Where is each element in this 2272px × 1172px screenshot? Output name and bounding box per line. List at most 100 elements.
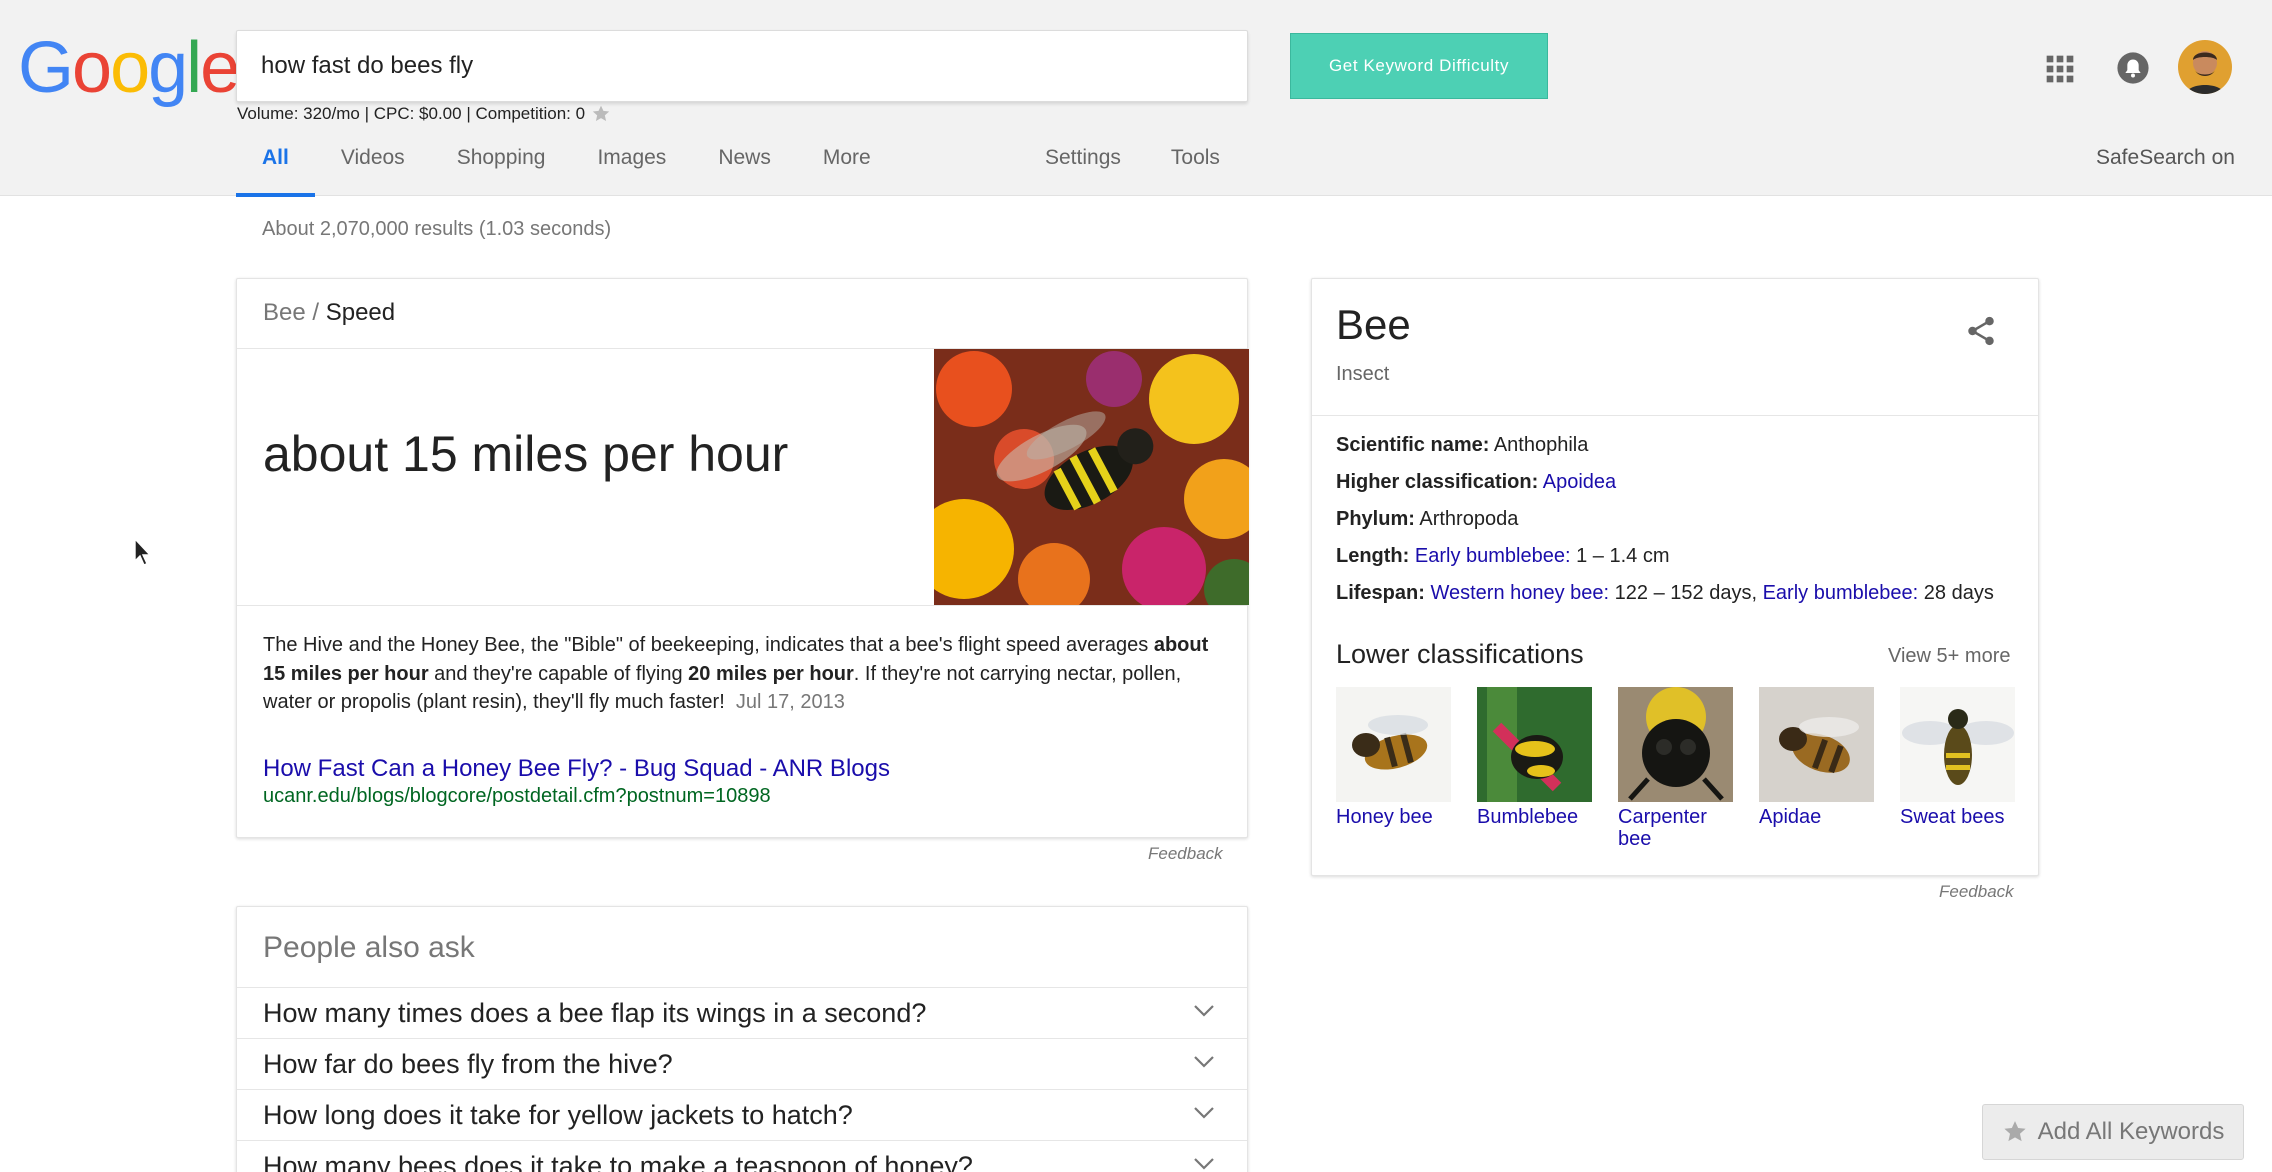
fact-higher-classification: Higher classification: Apoidea xyxy=(1336,464,2026,501)
safesearch-toggle[interactable]: SafeSearch on xyxy=(2096,146,2235,170)
lower-class-label: Apidae xyxy=(1759,806,1822,828)
lower-class-label: Carpenter bee xyxy=(1618,806,1707,850)
tab-settings[interactable]: Settings xyxy=(1045,132,1121,196)
knowledge-panel: Bee Insect Scientific name: Anthophila H… xyxy=(1311,278,2039,876)
snippet-date: Jul 17, 2013 xyxy=(735,691,845,713)
lower-class-label: Sweat bees xyxy=(1900,806,2005,828)
snippet-text: The Hive and the Honey Bee, the "Bible" … xyxy=(263,631,1213,717)
divider xyxy=(237,605,1247,606)
fact-label: Scientific name: xyxy=(1336,434,1490,456)
fact-value: 122 – 152 days, xyxy=(1614,582,1758,604)
bee-on-flowers-image[interactable] xyxy=(934,349,1249,605)
paa-question[interactable]: How long does it take for yellow jackets… xyxy=(237,1089,1247,1140)
kp-feedback-link[interactable]: Feedback xyxy=(1939,882,2014,902)
snippet-result-link[interactable]: How Fast Can a Honey Bee Fly? - Bug Squa… xyxy=(263,755,890,783)
fact-label: Phylum: xyxy=(1336,508,1415,530)
fact-link[interactable]: Western honey bee: xyxy=(1430,582,1609,604)
snippet-feedback-link[interactable]: Feedback xyxy=(1148,844,1223,864)
add-all-keywords-label: Add All Keywords xyxy=(2037,1118,2225,1145)
tab-all[interactable]: All xyxy=(236,132,315,197)
snippet-text-part: The Hive and the Honey Bee, the "Bible" … xyxy=(263,634,1154,656)
paa-title: People also ask xyxy=(263,931,475,964)
keyword-metrics: Volume: 320/mo | CPC: $0.00 | Competitio… xyxy=(237,104,611,124)
tab-shopping[interactable]: Shopping xyxy=(457,132,546,196)
breadcrumb-current: Speed xyxy=(325,299,396,326)
snippet-answer: about 15 miles per hour xyxy=(263,426,789,482)
lower-class-item-bumblebee[interactable]: Bumblebee xyxy=(1477,687,1592,850)
honey-bee-thumbnail xyxy=(1336,687,1451,802)
cursor-icon xyxy=(134,538,152,566)
get-keyword-difficulty-button[interactable]: Get Keyword Difficulty xyxy=(1290,33,1548,99)
fact-link[interactable]: Apoidea xyxy=(1543,471,1616,493)
kp-subtitle: Insect xyxy=(1336,363,1390,385)
snippet-highlight: 20 miles per hour xyxy=(688,662,854,685)
logo-letter: o xyxy=(72,28,112,108)
chevron-down-icon xyxy=(1194,1005,1214,1017)
share-icon[interactable] xyxy=(1964,313,1998,349)
fact-length: Length: Early bumblebee: 1 – 1.4 cm xyxy=(1336,538,2026,575)
bell-icon[interactable] xyxy=(2116,51,2150,85)
tools-group: Settings Tools xyxy=(1045,132,1270,196)
tab-news[interactable]: News xyxy=(718,132,771,196)
paa-question-text: How far do bees fly from the hive? xyxy=(263,1049,673,1079)
fact-label: Lifespan: xyxy=(1336,582,1425,604)
people-also-ask: People also ask How many times does a be… xyxy=(236,906,1248,1172)
divider xyxy=(1312,415,2038,416)
fact-link[interactable]: Early bumblebee: xyxy=(1763,582,1919,604)
breadcrumb-separator: / xyxy=(312,299,320,326)
view-more-link[interactable]: View 5+ more xyxy=(1888,645,2010,668)
sweat-bees-thumbnail xyxy=(1900,687,2015,802)
fact-lifespan: Lifespan: Western honey bee: 122 – 152 d… xyxy=(1336,575,2026,612)
tab-more[interactable]: More xyxy=(823,132,871,196)
breadcrumb: Bee / Speed xyxy=(263,299,395,327)
keyword-metrics-text: Volume: 320/mo | CPC: $0.00 | Competitio… xyxy=(237,104,586,123)
search-results-page: Google Get Keyword Difficulty Volume: 32… xyxy=(0,0,2272,1172)
apps-icon[interactable] xyxy=(2044,53,2076,85)
fact-link[interactable]: Early bumblebee: xyxy=(1415,545,1571,567)
avatar-image xyxy=(2178,40,2232,94)
search-box xyxy=(236,30,1453,102)
chevron-down-icon xyxy=(1194,1158,1214,1170)
lower-class-item-carpenter-bee[interactable]: Carpenter bee xyxy=(1618,687,1733,850)
chevron-down-icon xyxy=(1194,1107,1214,1119)
search-tabs: All Videos Shopping Images News More xyxy=(236,132,923,197)
logo-letter: g xyxy=(148,28,188,108)
breadcrumb-parent[interactable]: Bee xyxy=(263,299,306,326)
paa-question[interactable]: How far do bees fly from the hive? xyxy=(237,1038,1247,1089)
fact-label: Higher classification: xyxy=(1336,471,1539,493)
search-input[interactable] xyxy=(261,31,1081,101)
fact-label: Length: xyxy=(1336,545,1410,567)
logo-letter: e xyxy=(200,28,240,108)
lower-class-item-sweat-bees[interactable]: Sweat bees xyxy=(1900,687,2015,850)
fact-phylum: Phylum: Arthropoda xyxy=(1336,501,2026,538)
kp-title: Bee xyxy=(1336,301,1411,348)
lower-classifications-title: Lower classifications xyxy=(1336,639,1584,669)
google-logo[interactable]: Google xyxy=(18,28,240,108)
snippet-result-url: ucanr.edu/blogs/blogcore/postdetail.cfm?… xyxy=(263,785,771,807)
lower-classifications-list: Honey bee Bumblebee Carpenter bee Apidae xyxy=(1336,687,2015,850)
tab-images[interactable]: Images xyxy=(597,132,666,196)
add-all-keywords-button[interactable]: Add All Keywords xyxy=(1982,1104,2244,1160)
paa-question[interactable]: How many bees does it take to make a tea… xyxy=(237,1140,1247,1172)
logo-letter: l xyxy=(186,28,202,108)
carpenter-bee-thumbnail xyxy=(1618,687,1733,802)
logo-letter: o xyxy=(110,28,150,108)
snippet-text-part: and they're capable of flying xyxy=(428,662,689,685)
paa-question-text: How many times does a bee flap its wings… xyxy=(263,998,927,1028)
avatar[interactable] xyxy=(2178,40,2232,94)
fact-value: 1 – 1.4 cm xyxy=(1576,545,1670,567)
fact-value: Arthropoda xyxy=(1419,508,1519,530)
paa-question-text: How many bees does it take to make a tea… xyxy=(263,1151,973,1172)
apidae-thumbnail xyxy=(1759,687,1874,802)
lower-class-item-apidae[interactable]: Apidae xyxy=(1759,687,1874,850)
header: Google Get Keyword Difficulty Volume: 32… xyxy=(0,0,2272,197)
paa-question-text: How long does it take for yellow jackets… xyxy=(263,1100,853,1130)
kp-facts: Scientific name: Anthophila Higher class… xyxy=(1336,427,2026,612)
tab-tools[interactable]: Tools xyxy=(1171,132,1220,196)
tab-videos[interactable]: Videos xyxy=(341,132,405,196)
paa-question[interactable]: How many times does a bee flap its wings… xyxy=(237,987,1247,1038)
results-count: About 2,070,000 results (1.03 seconds) xyxy=(262,218,612,240)
lower-class-item-honey-bee[interactable]: Honey bee xyxy=(1336,687,1451,850)
fact-value: 28 days xyxy=(1923,582,1994,604)
star-icon[interactable] xyxy=(591,104,611,124)
